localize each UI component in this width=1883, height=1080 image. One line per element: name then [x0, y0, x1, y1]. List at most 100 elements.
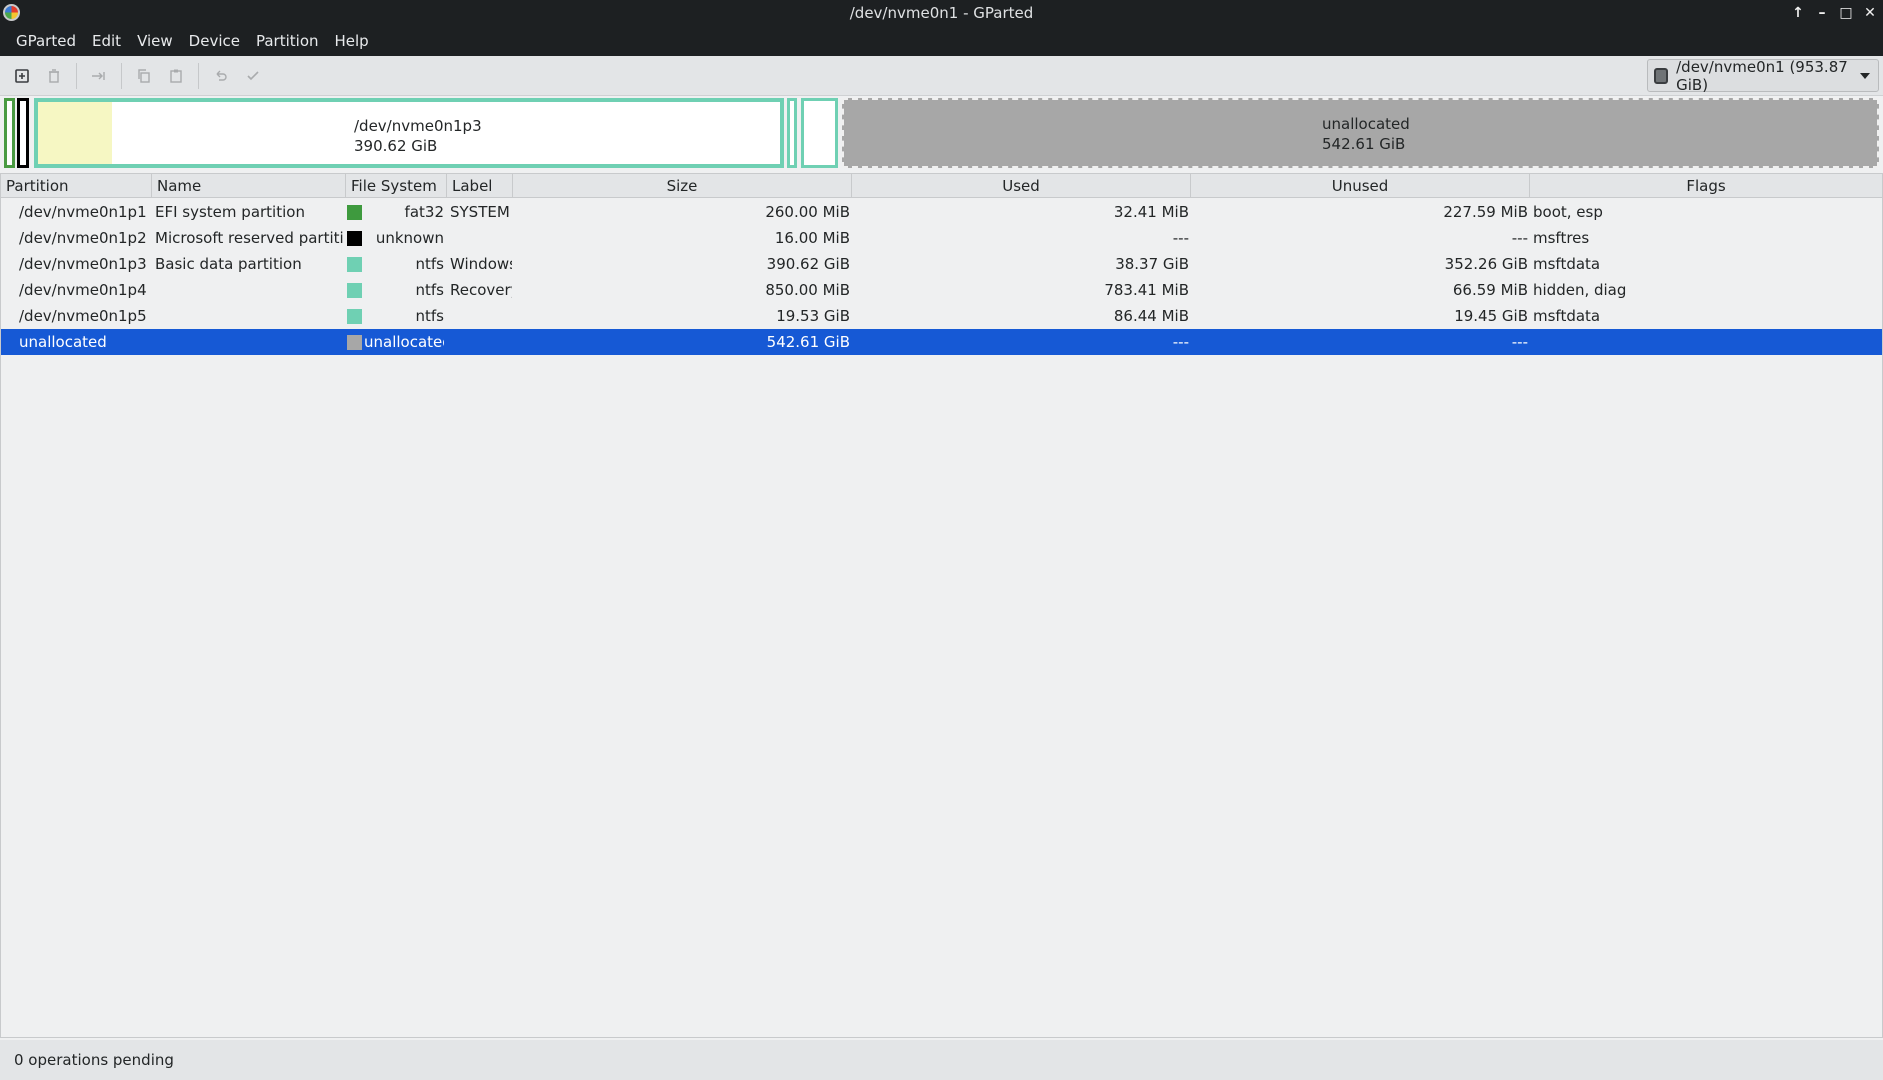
menu-help[interactable]: Help	[327, 25, 377, 56]
table-row[interactable]: /dev/nvme0n1p1 EFI system partition fat32 S…	[1, 199, 1882, 225]
menu-bar: GParted Edit View Device Partition Help	[0, 25, 1883, 56]
toolbar-separator	[121, 62, 122, 89]
menu-device[interactable]: Device	[181, 25, 248, 56]
cell-label: SYSTEM	[450, 203, 510, 221]
column-used[interactable]: Used	[852, 174, 1191, 198]
partition-path: /dev/nvme0n1p1	[19, 203, 147, 221]
operations-pending-status: 0 operations pending	[14, 1051, 174, 1069]
cell-unused: ---	[1511, 229, 1528, 247]
cell-used: 38.37 GiB	[1115, 255, 1189, 273]
cell-used: 86.44 MiB	[1113, 307, 1189, 325]
cell-label	[450, 225, 512, 251]
diskmap-segment-p3[interactable]: /dev/nvme0n1p3 390.62 GiB	[34, 98, 784, 168]
paste-button[interactable]	[160, 61, 192, 91]
checkmark-icon	[247, 70, 259, 80]
cell-flags: msftres	[1533, 229, 1590, 247]
cell-size: 542.61 GiB	[766, 333, 850, 351]
column-name[interactable]: Name	[152, 174, 346, 198]
column-label[interactable]: Label	[447, 174, 513, 198]
new-partition-button[interactable]	[6, 61, 38, 91]
cell-name	[155, 303, 344, 329]
close-icon[interactable]: ✕	[1863, 6, 1877, 20]
table-row[interactable]: /dev/nvme0n1p3 Basic data partition ntfs Wi…	[1, 251, 1882, 277]
column-partition[interactable]: Partition	[1, 174, 152, 198]
cell-flags	[1533, 329, 1878, 355]
column-unused[interactable]: Unused	[1191, 174, 1530, 198]
window-controls: ↑ – □ ✕	[1791, 0, 1877, 25]
partition-table[interactable]: Partition Name File System Label Size Us…	[0, 173, 1883, 1038]
cell-label: Recovery	[450, 281, 512, 299]
table-row[interactable]: /dev/nvme0n1p5 ntfs 19.53 GiB 86.44 MiB 19.4…	[1, 303, 1882, 329]
column-size[interactable]: Size	[513, 174, 852, 198]
cell-unused: 19.45 GiB	[1454, 307, 1528, 325]
column-file-system[interactable]: File System	[346, 174, 447, 198]
diskmap-segment-p2[interactable]	[17, 98, 29, 168]
table-row[interactable]: /dev/nvme0n1p2! Microsoft reserved partit…	[1, 225, 1882, 251]
cell-name	[155, 329, 344, 355]
delete-icon	[49, 68, 59, 83]
menu-edit[interactable]: Edit	[84, 25, 129, 56]
cell-file-system: fat32	[404, 203, 444, 221]
cell-unused: 352.26 GiB	[1444, 255, 1528, 273]
undo-button[interactable]	[205, 61, 237, 91]
table-row[interactable]: /dev/nvme0n1p4! ntfs Recovery 850.00 MiB 783…	[1, 277, 1882, 303]
diskmap-segment-p5[interactable]	[801, 98, 838, 168]
minimize-icon[interactable]: –	[1815, 6, 1829, 20]
delete-partition-button[interactable]	[38, 61, 70, 91]
menu-gparted[interactable]: GParted	[8, 25, 84, 56]
cell-flags: msftdata	[1533, 255, 1601, 273]
cell-file-system: unallocated	[364, 333, 444, 351]
diskmap-segment-p1[interactable]	[4, 98, 15, 168]
gparted-app-icon[interactable]	[3, 4, 20, 21]
column-flags[interactable]: Flags	[1530, 174, 1882, 198]
table-row[interactable]: unallocated unallocated 542.61 GiB --- ---	[1, 329, 1882, 355]
resize-move-button[interactable]	[83, 61, 115, 91]
resize-move-icon	[92, 71, 105, 80]
cell-used: ---	[1172, 333, 1189, 351]
filesystem-color-swatch	[347, 231, 362, 246]
menu-view[interactable]: View	[129, 25, 181, 56]
cell-file-system: ntfs	[415, 281, 444, 299]
paste-icon	[170, 69, 182, 83]
cell-unused: ---	[1511, 333, 1528, 351]
diskmap-segment-unallocated[interactable]: unallocated 542.61 GiB	[842, 98, 1879, 168]
device-selector[interactable]: /dev/nvme0n1 (953.87 GiB)	[1647, 57, 1879, 94]
diskmap-unallocated-name: unallocated	[1322, 115, 1410, 133]
cell-used: ---	[1172, 229, 1189, 247]
diskmap-p3-label: /dev/nvme0n1p3 390.62 GiB	[354, 116, 482, 156]
cell-file-system: unknown	[375, 229, 444, 247]
filesystem-color-swatch	[347, 205, 362, 220]
cell-used: 32.41 MiB	[1113, 203, 1189, 221]
cell-label	[450, 303, 512, 329]
cell-name	[155, 277, 344, 303]
disk-map: /dev/nvme0n1p3 390.62 GiB unallocated 54…	[4, 98, 1879, 168]
cell-flags: msftdata	[1533, 307, 1601, 325]
filesystem-color-swatch	[347, 283, 362, 298]
disk-icon	[1654, 67, 1669, 84]
toolbar-separator	[198, 62, 199, 89]
cell-flags: hidden, diag	[1533, 281, 1627, 299]
toolbar: /dev/nvme0n1 (953.87 GiB)	[0, 56, 1883, 96]
cell-size: 390.62 GiB	[766, 255, 850, 273]
cell-size: 260.00 MiB	[765, 203, 850, 221]
cell-label	[450, 329, 512, 355]
keep-above-icon[interactable]: ↑	[1791, 6, 1805, 20]
cell-name: Basic data partition	[155, 255, 302, 273]
undo-icon	[216, 70, 227, 81]
apply-button[interactable]	[237, 61, 269, 91]
menu-partition[interactable]: Partition	[248, 25, 327, 56]
copy-icon	[138, 68, 150, 83]
cell-used: 783.41 MiB	[1104, 281, 1189, 299]
copy-button[interactable]	[128, 61, 160, 91]
cell-flags: boot, esp	[1533, 203, 1603, 221]
chevron-down-icon	[1860, 72, 1870, 79]
toolbar-separator	[76, 62, 77, 89]
cell-partition: /dev/nvme0n1p4!	[19, 277, 147, 303]
cell-size: 850.00 MiB	[765, 281, 850, 299]
diskmap-segment-p4[interactable]	[787, 98, 797, 168]
device-selector-value: /dev/nvme0n1 (953.87 GiB)	[1676, 57, 1848, 94]
cell-partition: /dev/nvme0n1p3	[19, 251, 147, 277]
cell-size: 16.00 MiB	[774, 229, 850, 247]
maximize-icon[interactable]: □	[1839, 6, 1853, 20]
status-bar: 0 operations pending	[0, 1040, 1883, 1080]
